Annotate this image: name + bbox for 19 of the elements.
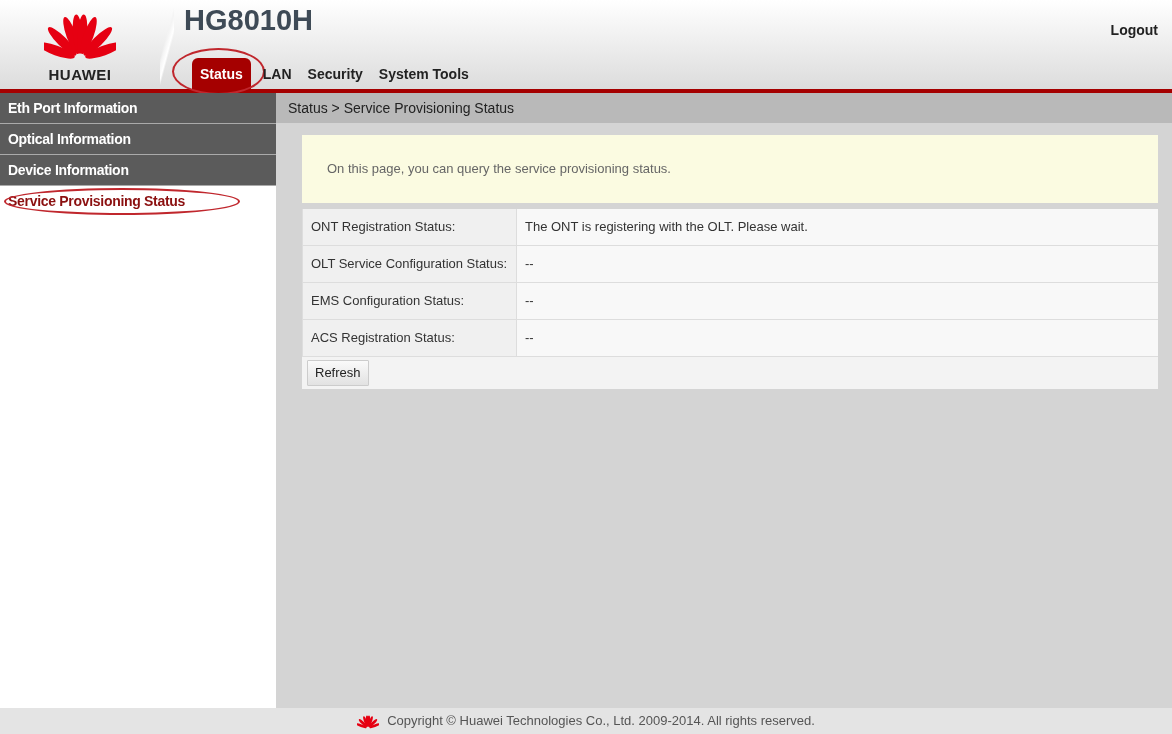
field-value: --	[517, 246, 1158, 282]
nav-tab[interactable]: System Tools	[370, 58, 477, 89]
logout-link[interactable]: Logout	[1110, 20, 1158, 41]
field-value: The ONT is registering with the OLT. Please wait.	[517, 209, 1158, 245]
field-value: --	[517, 320, 1158, 356]
logo-icon	[357, 713, 380, 729]
copyright-text: Copyright © Huawei Technologies Co., Ltd. 2009-2014. All rights reserved.	[387, 712, 815, 731]
nav-tab[interactable]: Status	[192, 58, 251, 89]
nav-tab[interactable]: LAN	[254, 58, 300, 89]
info-notice: On this page, you can query the service provisioning status.	[302, 135, 1158, 203]
sidebar-item[interactable]: Device Information	[0, 155, 276, 186]
breadcrumb: Status > Service Provisioning Status	[276, 93, 1172, 123]
nav-tab[interactable]: Security	[299, 58, 371, 89]
field-value: --	[517, 283, 1158, 319]
sidebar-item[interactable]: Optical Information	[0, 124, 276, 155]
refresh-button[interactable]: Refresh	[307, 360, 369, 386]
sidebar-item[interactable]: Eth Port Information	[0, 93, 276, 124]
brand-name: HUAWEI	[48, 65, 112, 85]
model-title: HG8010H	[184, 6, 313, 35]
